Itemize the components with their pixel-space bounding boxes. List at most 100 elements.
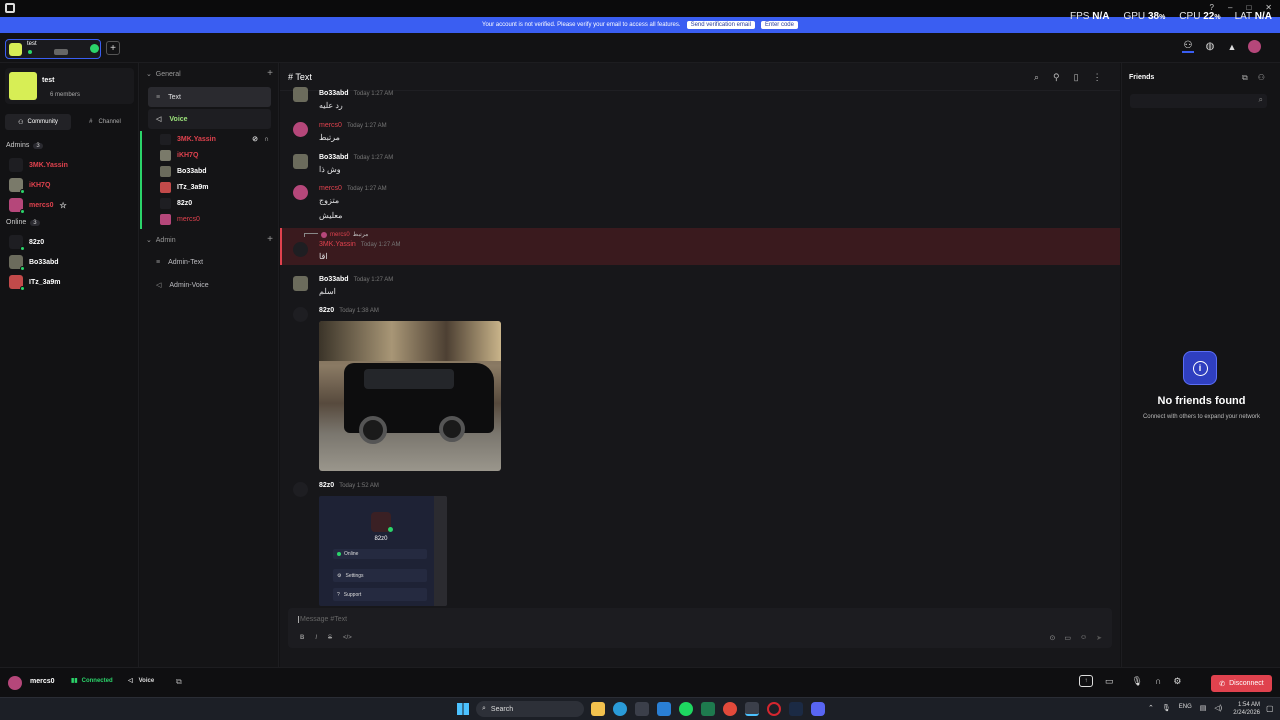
discord-icon[interactable] (811, 702, 825, 716)
friends-search-input[interactable]: ⌕ (1130, 94, 1267, 108)
emoji-icon[interactable]: ☺ (1080, 634, 1087, 642)
voice-user[interactable]: Bo33abd (140, 163, 279, 179)
taskbar: ⌕ Search ⌃ 🎙 ENG ▤ ◁) 1:54 AM 2/24/2026 ▢ (0, 697, 1280, 720)
message-author[interactable]: Bo33abd Today 1:27 AM (319, 90, 393, 97)
member-online[interactable]: ITz_3a9m (9, 272, 61, 292)
empty-state-subtitle: Connect with others to expand your netwo… (1142, 414, 1261, 420)
popout-icon[interactable]: ⧉ (1242, 73, 1248, 83)
sidebar-tab-channel[interactable]: # Channel (75, 114, 135, 130)
member-name: 3MK.Yassin (29, 161, 68, 169)
gif-icon[interactable]: ▭ (1064, 634, 1071, 642)
disconnect-button[interactable]: ✆ Disconnect (1211, 675, 1272, 692)
add-channel-icon[interactable]: + (267, 69, 273, 79)
voice-channel-status[interactable]: ◁ Voice (128, 677, 154, 685)
vscode-icon[interactable] (657, 702, 671, 716)
channel-admin-text[interactable]: ≡ Admin-Text (148, 252, 271, 272)
more-icon[interactable]: ⋮ (1093, 72, 1102, 83)
add-server-icon[interactable]: + (106, 41, 120, 55)
message-author[interactable]: 82z0 Today 1:52 AM (319, 482, 379, 489)
add-channel-icon[interactable]: + (267, 235, 273, 245)
pin-icon[interactable]: ⚲ (1053, 72, 1060, 83)
message-author[interactable]: mercs0 Today 1:27 AM (319, 122, 387, 129)
bold-icon[interactable]: B (300, 635, 304, 641)
avatar (160, 149, 171, 161)
file-icon[interactable]: ▯ (1074, 72, 1079, 83)
add-friend-icon[interactable]: ⚇ (1258, 73, 1265, 83)
taskbar-search[interactable]: ⌕ Search (476, 701, 584, 717)
headphones-icon[interactable]: ∩ (1155, 676, 1161, 686)
mic-icon[interactable]: 🎙 (1132, 676, 1143, 687)
send-icon[interactable]: ➤ (1096, 634, 1102, 642)
profile-status-select[interactable]: Online (333, 549, 427, 559)
voice-user[interactable]: 3MK.Yassin ⊘ ∩ (140, 131, 279, 147)
camera-icon[interactable]: ▭ (1105, 676, 1114, 687)
user-avatar[interactable] (8, 676, 22, 690)
chat-icon[interactable]: ◍ (1204, 41, 1216, 53)
channel-voice[interactable]: ◁ Voice (148, 109, 271, 129)
category-admin[interactable]: ⌄ Admin + (146, 235, 273, 245)
screen-share-icon[interactable]: ↑ (1079, 675, 1093, 687)
send-verification-button[interactable]: Send verification email (686, 21, 755, 29)
chevron-up-icon[interactable]: ⌃ (1148, 704, 1154, 712)
message-author[interactable]: 82z0 Today 1:38 AM (319, 307, 379, 314)
member-admin[interactable]: mercs0 ☆ (9, 195, 68, 215)
connected-label: Connected (81, 677, 113, 684)
opera-icon[interactable] (767, 702, 781, 716)
spotify-icon[interactable] (679, 702, 693, 716)
attach-icon[interactable]: ⊙ (1049, 634, 1055, 642)
avatar (160, 213, 171, 225)
server-tab[interactable]: test (5, 39, 101, 59)
settings-icon[interactable]: ⚙ (1173, 676, 1181, 687)
italic-icon[interactable]: I (315, 635, 317, 641)
screenshot-attachment[interactable]: 82z0 Online ⚙ Settings ? Support (319, 496, 447, 606)
sidebar-tab-community[interactable]: ⚇ Community (5, 114, 71, 130)
chat-app-icon[interactable] (745, 702, 759, 716)
message-time: Today 1:38 AM (339, 308, 379, 314)
network-icon[interactable]: ▤ (1200, 704, 1207, 712)
clock[interactable]: 1:54 AM 2/24/2026 (1228, 701, 1260, 717)
member-admin[interactable]: 3MK.Yassin (9, 155, 68, 175)
user-avatar[interactable] (1248, 40, 1261, 53)
start-icon[interactable] (457, 703, 469, 715)
member-online[interactable]: Bo33abd (9, 252, 61, 272)
message-author[interactable]: 3MK.Yassin Today 1:27 AM (319, 241, 401, 248)
enter-code-button[interactable]: Enter code (760, 21, 798, 29)
voice-user[interactable]: 82z0 (140, 195, 279, 211)
channel-text[interactable]: ≡ Text (148, 87, 271, 107)
bell-icon[interactable]: ▲ (1226, 41, 1238, 53)
users-icon[interactable]: ⚇ (1182, 40, 1194, 53)
edge-icon[interactable] (613, 702, 627, 716)
channel-admin-voice[interactable]: ◁ Admin-Voice (148, 275, 271, 295)
language-indicator[interactable]: ENG (1179, 704, 1192, 712)
message-input[interactable]: Message #Text (298, 616, 347, 623)
file-explorer-icon[interactable] (591, 702, 605, 716)
message-author[interactable]: mercs0 Today 1:27 AM (319, 185, 387, 192)
steam-icon[interactable] (789, 702, 803, 716)
voice-user[interactable]: ITz_3a9m (140, 179, 279, 195)
server-icon (9, 72, 37, 100)
message-author[interactable]: Bo33abd Today 1:27 AM (319, 154, 393, 161)
external-link-icon[interactable]: ⧉ (176, 677, 182, 687)
strikethrough-icon[interactable]: S (328, 635, 332, 641)
reply-preview[interactable]: mercs0 مرتبط (304, 231, 368, 238)
member-online[interactable]: 82z0 (9, 232, 61, 252)
store-icon[interactable] (635, 702, 649, 716)
car-image-attachment[interactable] (319, 321, 501, 471)
profile-settings-item[interactable]: ⚙ Settings (333, 569, 427, 582)
message-author[interactable]: Bo33abd Today 1:27 AM (319, 276, 393, 283)
profile-support-item[interactable]: ? Support (333, 588, 427, 601)
member-admin[interactable]: iKH7Q (9, 175, 68, 195)
chrome-icon[interactable] (723, 702, 737, 716)
clock-time: 1:54 AM (1237, 702, 1260, 708)
search-icon[interactable]: ⌕ (1034, 72, 1039, 83)
voice-user[interactable]: iKH7Q (140, 147, 279, 163)
mic-icon[interactable]: 🎙 (1162, 704, 1171, 712)
code-icon[interactable]: </> (343, 635, 352, 641)
notification-icon[interactable]: ▢ (1266, 704, 1274, 713)
voice-user[interactable]: mercs0 (140, 211, 279, 227)
app-icon[interactable] (701, 702, 715, 716)
lat-value: N/A (1254, 11, 1272, 22)
voice-user-name: Bo33abd (177, 167, 207, 175)
category-general[interactable]: ⌄ General + (146, 69, 273, 79)
volume-icon[interactable]: ◁) (1214, 704, 1222, 712)
